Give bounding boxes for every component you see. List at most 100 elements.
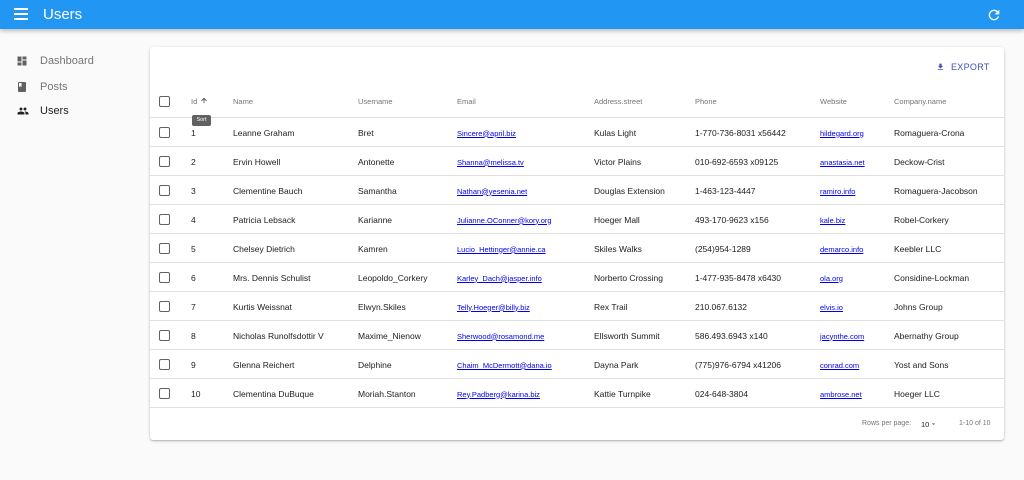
cell-website-link[interactable]: ola.org — [820, 274, 843, 283]
cell-id: 6 — [191, 273, 196, 283]
app-bar: Users — [0, 0, 1024, 29]
cell-website-link[interactable]: conrad.com — [820, 361, 859, 370]
cell-address-street: Rex Trail — [594, 302, 628, 312]
cell-email-link[interactable]: Lucio_Hettinger@annie.ca — [457, 245, 546, 254]
row-checkbox[interactable] — [159, 127, 170, 138]
cell-id: 4 — [191, 215, 196, 225]
cell-username: Maxime_Nienow — [358, 331, 421, 341]
cell-website-link[interactable]: kale.biz — [820, 216, 845, 225]
column-header-phone[interactable]: Phone — [695, 97, 717, 106]
column-header-website[interactable]: Website — [820, 97, 847, 106]
row-checkbox[interactable] — [159, 301, 170, 312]
cell-website-link[interactable]: hildegard.org — [820, 129, 864, 138]
column-header-address-street[interactable]: Address.street — [594, 97, 642, 106]
table-row[interactable]: 9 Glenna Reichert Delphine Chaim_McDermo… — [150, 350, 1004, 379]
cell-company-name: Abernathy Group — [894, 331, 959, 341]
table-body: 1 Leanne Graham Bret Sincere@april.biz K… — [150, 118, 1004, 408]
cell-company-name: Johns Group — [894, 302, 943, 312]
cell-id: 7 — [191, 302, 196, 312]
cell-address-street: Victor Plains — [594, 157, 642, 167]
table-row[interactable]: 1 Leanne Graham Bret Sincere@april.biz K… — [150, 118, 1004, 147]
arrow-up-icon[interactable] — [200, 96, 208, 105]
column-header-company-name[interactable]: Company.name — [894, 97, 946, 106]
cell-website-link[interactable]: jacynthe.com — [820, 332, 864, 341]
cell-company-name: Romaguera-Crona — [894, 128, 965, 138]
cell-name: Clementina DuBuque — [233, 389, 314, 399]
table-row[interactable]: 2 Ervin Howell Antonette Shanna@melissa.… — [150, 147, 1004, 176]
cell-address-street: Douglas Extension — [594, 186, 665, 196]
row-checkbox[interactable] — [159, 156, 170, 167]
sidebar-item-posts[interactable]: Posts — [0, 75, 140, 99]
cell-phone: 1-463-123-4447 — [695, 186, 756, 196]
table-row[interactable]: 4 Patricia Lebsack Karianne Julianne.OCo… — [150, 205, 1004, 234]
page-title: Users — [43, 6, 83, 23]
column-header-name[interactable]: Name — [233, 97, 253, 106]
sidebar-item-label: Posts — [40, 81, 68, 93]
cell-phone: 010-692-6593 x09125 — [695, 157, 779, 167]
cell-name: Ervin Howell — [233, 157, 281, 167]
cell-email-link[interactable]: Karley_Dach@jasper.info — [457, 274, 542, 283]
cell-address-street: Hoeger Mall — [594, 215, 640, 225]
cell-username: Bret — [358, 128, 374, 138]
table-row[interactable]: 8 Nicholas Runolfsdottir V Maxime_Nienow… — [150, 321, 1004, 350]
menu-icon[interactable] — [14, 8, 28, 20]
cell-username: Samantha — [358, 186, 397, 196]
cell-email-link[interactable]: Rey.Padberg@karina.biz — [457, 390, 540, 399]
cell-address-street: Skiles Walks — [594, 244, 642, 254]
cell-phone: (254)954-1289 — [695, 244, 751, 254]
table-row[interactable]: 5 Chelsey Dietrich Kamren Lucio_Hettinge… — [150, 234, 1004, 263]
table-row[interactable]: 3 Clementine Bauch Samantha Nathan@yesen… — [150, 176, 1004, 205]
column-header-id[interactable]: Id — [191, 97, 197, 106]
cell-id: 2 — [191, 157, 196, 167]
export-button[interactable]: EXPORT — [936, 59, 990, 75]
cell-email-link[interactable]: Sincere@april.biz — [457, 129, 516, 138]
table-row[interactable]: 7 Kurtis Weissnat Elwyn.Skiles Telly.Hoe… — [150, 292, 1004, 321]
cell-website-link[interactable]: ramiro.info — [820, 187, 855, 196]
row-checkbox[interactable] — [159, 272, 170, 283]
column-header-email[interactable]: Email — [457, 97, 476, 106]
row-checkbox[interactable] — [159, 243, 170, 254]
cell-website-link[interactable]: demarco.info — [820, 245, 863, 254]
row-checkbox[interactable] — [159, 330, 170, 341]
pagination-bar: Rows per page: 10 1-10 of 10 — [150, 408, 1004, 440]
download-icon — [937, 63, 944, 70]
cell-name: Clementine Bauch — [233, 186, 303, 196]
cell-name: Kurtis Weissnat — [233, 302, 292, 312]
cell-email-link[interactable]: Nathan@yesenia.net — [457, 187, 527, 196]
cell-email-link[interactable]: Shanna@melissa.tv — [457, 158, 524, 167]
cell-name: Mrs. Dennis Schulist — [233, 273, 311, 283]
cell-id: 9 — [191, 360, 196, 370]
table-row[interactable]: 10 Clementina DuBuque Moriah.Stanton Rey… — [150, 379, 1004, 408]
cell-name: Nicholas Runolfsdottir V — [233, 331, 324, 341]
cell-website-link[interactable]: ambrose.net — [820, 390, 862, 399]
sidebar-item-users[interactable]: Users — [0, 99, 140, 123]
select-all-checkbox[interactable] — [159, 96, 170, 107]
table-row[interactable]: 6 Mrs. Dennis Schulist Leopoldo_Corkery … — [150, 263, 1004, 292]
cell-website-link[interactable]: elvis.io — [820, 303, 843, 312]
column-header-username[interactable]: Username — [358, 97, 393, 106]
row-checkbox[interactable] — [159, 359, 170, 370]
cell-phone: 024-648-3804 — [695, 389, 748, 399]
table-header: Id Name Username Email Address.street Ph… — [150, 85, 1004, 118]
row-checkbox[interactable] — [159, 388, 170, 399]
cell-name: Leanne Graham — [233, 128, 295, 138]
cell-address-street: Dayna Park — [594, 360, 639, 370]
cell-company-name: Romaguera-Jacobson — [894, 186, 978, 196]
cell-website-link[interactable]: anastasia.net — [820, 158, 865, 167]
cell-company-name: Yost and Sons — [894, 360, 949, 370]
cell-phone: 586.493.6943 x140 — [695, 331, 768, 341]
cell-email-link[interactable]: Chaim_McDermott@dana.io — [457, 361, 552, 370]
cell-email-link[interactable]: Telly.Hoeger@billy.biz — [457, 303, 530, 312]
cell-username: Delphine — [358, 360, 392, 370]
cell-email-link[interactable]: Julianne.OConner@kory.org — [457, 216, 552, 225]
cell-company-name: Hoeger LLC — [894, 389, 940, 399]
row-checkbox[interactable] — [159, 214, 170, 225]
cell-username: Kamren — [358, 244, 388, 254]
cell-email-link[interactable]: Sherwood@rosamond.me — [457, 332, 544, 341]
row-checkbox[interactable] — [159, 185, 170, 196]
rows-per-page-select[interactable]: 10 — [921, 418, 938, 430]
refresh-icon[interactable] — [986, 7, 1002, 23]
cell-name: Glenna Reichert — [233, 360, 295, 370]
cell-name: Chelsey Dietrich — [233, 244, 295, 254]
sidebar-item-dashboard[interactable]: Dashboard — [0, 49, 140, 73]
